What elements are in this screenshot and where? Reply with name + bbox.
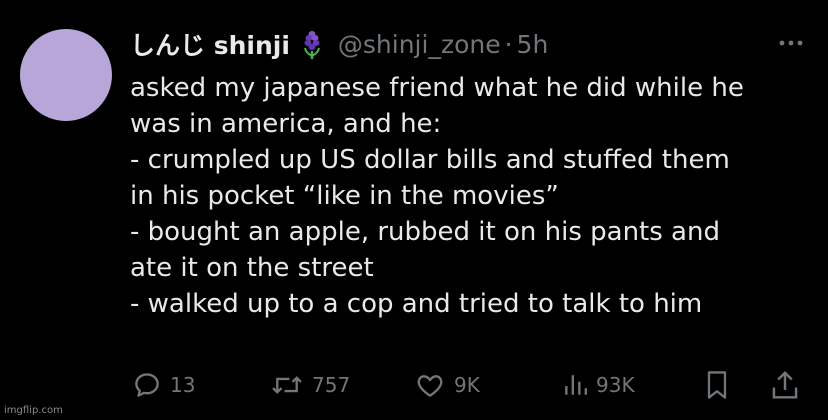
action-bar: 13 757 9K 93K — [130, 366, 810, 404]
retweet-icon — [270, 370, 304, 400]
separator-dot: · — [504, 29, 513, 59]
bookmark-icon — [703, 369, 731, 401]
tweet-text-line: ate it on the street — [130, 253, 374, 283]
retweet-count: 757 — [312, 373, 351, 397]
display-name[interactable]: しんじ shinji — [130, 26, 290, 62]
bookmark-button[interactable] — [703, 366, 731, 404]
heart-icon — [414, 370, 446, 400]
view-count: 93K — [596, 373, 635, 397]
watermark: imgflip.com — [4, 405, 63, 416]
share-button[interactable] — [770, 366, 800, 404]
reply-count: 13 — [170, 373, 196, 397]
tweet-text-line: - walked up to a cop and tried to talk t… — [130, 289, 703, 319]
more-options-icon[interactable] — [776, 28, 806, 58]
tweet-text-line: was in america, and he: — [130, 109, 442, 139]
avatar[interactable] — [20, 29, 112, 121]
tweet[interactable]: しんじ shinji @shinji_zone · 5h asked my ja… — [0, 0, 828, 420]
tweet-text-line: asked my japanese friend what he did whi… — [130, 73, 744, 103]
tweet-text-line: in his pocket “like in the movies” — [130, 181, 559, 211]
tweet-text-line: - crumpled up US dollar bills and stuffe… — [130, 145, 730, 175]
hyacinth-flower-icon — [300, 29, 324, 59]
views-button[interactable]: 93K — [562, 366, 635, 404]
timestamp[interactable]: 5h — [517, 30, 549, 59]
like-count: 9K — [454, 373, 480, 397]
tweet-header: しんじ shinji @shinji_zone · 5h — [130, 24, 548, 64]
analytics-icon — [562, 370, 588, 400]
retweet-button[interactable]: 757 — [270, 366, 350, 404]
share-icon — [770, 369, 800, 401]
user-handle[interactable]: @shinji_zone — [338, 30, 501, 59]
reply-button[interactable]: 13 — [132, 366, 195, 404]
tweet-text-line: - bought an apple, rubbed it on his pant… — [130, 217, 720, 247]
reply-icon — [132, 370, 162, 400]
tweet-text: asked my japanese friend what he did whi… — [130, 70, 810, 322]
like-button[interactable]: 9K — [414, 366, 480, 404]
